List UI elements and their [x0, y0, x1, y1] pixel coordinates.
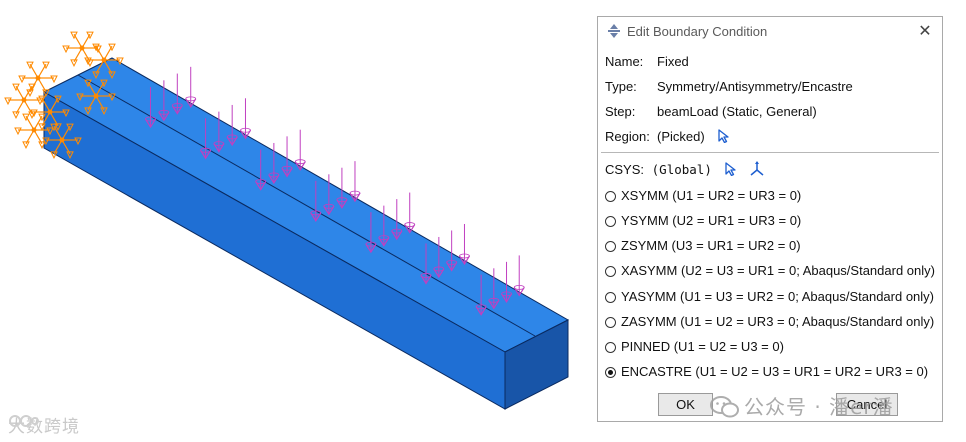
region-value: (Picked) [657, 129, 705, 144]
radio-pinned[interactable]: PINNED (U1 = U2 = U3 = 0) [605, 338, 784, 356]
viewport[interactable]: 大数跨境 [0, 0, 590, 442]
load-arrow [404, 192, 416, 234]
radio-button[interactable] [605, 317, 616, 328]
radio-label: PINNED (U1 = U2 = U3 = 0) [621, 339, 784, 354]
csys-triad-icon[interactable] [749, 161, 765, 177]
close-icon[interactable]: ✕ [916, 21, 934, 41]
radio-button[interactable] [605, 266, 616, 277]
bc-symbol [4, 83, 44, 119]
radio-button[interactable] [605, 216, 616, 227]
type-label: Type: [605, 79, 637, 94]
name-row: Name: Fixed [605, 53, 689, 71]
radio-xasymm[interactable]: XASYMM (U2 = U3 = UR1 = 0; Abaqus/Standa… [605, 262, 935, 280]
radio-button[interactable] [605, 367, 616, 378]
csys-row: CSYS: (Global) [605, 161, 765, 179]
edit-boundary-condition-dialog: Edit Boundary Condition ✕ Name: Fixed Typ… [597, 16, 943, 422]
load-arrow [294, 129, 306, 171]
beam-model [4, 31, 570, 410]
radio-label: ZASYMM (U1 = U2 = UR3 = 0; Abaqus/Standa… [621, 314, 935, 329]
radio-zsymm[interactable]: ZSYMM (U3 = UR1 = UR2 = 0) [605, 237, 801, 255]
radio-button[interactable] [605, 191, 616, 202]
watermark-right: 公众号 · 潘er潘 [710, 391, 894, 420]
radio-label: ZSYMM (U3 = UR1 = UR2 = 0) [621, 238, 801, 253]
watermark-logo-icon [9, 415, 39, 427]
name-value: Fixed [657, 54, 689, 69]
step-row: Step: beamLoad (Static, General) [605, 103, 817, 121]
watermark-left: 大数跨境 [8, 412, 80, 437]
radio-zasymm[interactable]: ZASYMM (U1 = U2 = UR3 = 0; Abaqus/Standa… [605, 313, 934, 331]
ok-button[interactable]: OK [658, 393, 713, 416]
radio-button[interactable] [605, 241, 616, 252]
pick-arrow-icon[interactable] [718, 129, 730, 143]
csys-label: CSYS: [605, 162, 645, 177]
radio-label: YASYMM (U1 = U3 = UR2 = 0; Abaqus/Standa… [621, 289, 934, 304]
radio-encastre[interactable]: ENCASTRE (U1 = U2 = U3 = UR1 = UR2 = UR3… [605, 363, 928, 381]
load-arrow [185, 66, 197, 108]
type-row: Type: Symmetry/Antisymmetry/Encastre [605, 78, 853, 96]
step-value: beamLoad (Static, General) [657, 104, 817, 119]
radio-label: YSYMM (U2 = UR1 = UR3 = 0) [621, 213, 802, 228]
load-arrow [513, 255, 525, 297]
abaqus-app-icon [608, 24, 620, 38]
radio-button[interactable] [605, 292, 616, 303]
load-arrow [446, 230, 458, 272]
region-row: Region: (Picked) [605, 128, 730, 146]
load-arrow [239, 98, 251, 140]
region-label: Region: [605, 129, 650, 144]
load-arrow [458, 223, 470, 266]
radio-button[interactable] [605, 342, 616, 353]
radio-yasymm[interactable]: YASYMM (U1 = U3 = UR2 = 0; Abaqus/Standa… [605, 288, 934, 306]
dialog-titlebar[interactable]: Edit Boundary Condition ✕ [598, 17, 942, 46]
radio-xsymm[interactable]: XSYMM (U1 = UR2 = UR3 = 0) [605, 187, 801, 205]
separator [601, 152, 939, 154]
radio-label: XASYMM (U2 = U3 = UR1 = 0; Abaqus/Standa… [621, 263, 935, 278]
watermark-right-text: 公众号 · 潘er潘 [744, 395, 894, 419]
csys-value: (Global) [651, 162, 712, 177]
type-value: Symmetry/Antisymmetry/Encastre [657, 79, 853, 94]
step-label: Step: [605, 104, 636, 119]
radio-ysymm[interactable]: YSYMM (U2 = UR1 = UR3 = 0) [605, 212, 801, 230]
name-label: Name: [605, 54, 644, 69]
radio-label: XSYMM (U1 = UR2 = UR3 = 0) [621, 188, 802, 203]
load-arrow [349, 161, 361, 203]
csys-pick-arrow-icon[interactable] [725, 162, 737, 176]
wechat-icon [710, 396, 739, 418]
load-arrow [501, 261, 513, 303]
dialog-title: Edit Boundary Condition [627, 24, 768, 39]
radio-label: ENCASTRE (U1 = U2 = U3 = UR1 = UR2 = UR3… [621, 364, 929, 379]
